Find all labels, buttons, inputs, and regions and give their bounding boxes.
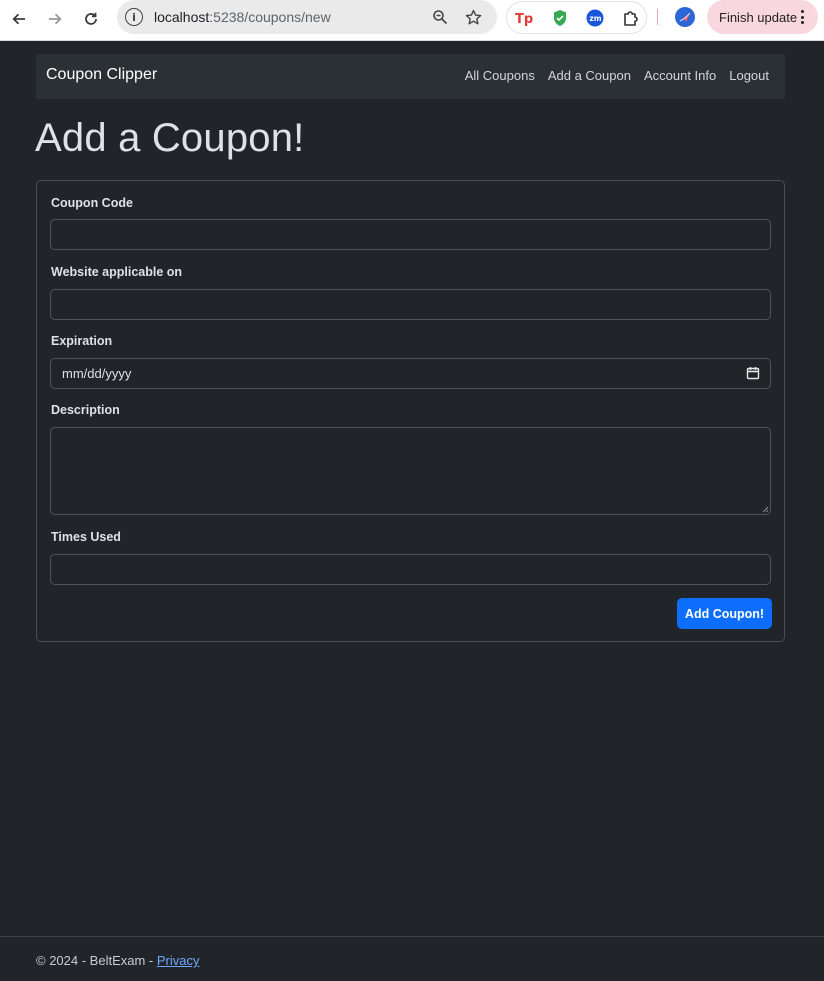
- nav-account-info[interactable]: Account Info: [644, 68, 716, 83]
- add-coupon-button[interactable]: Add Coupon!: [677, 598, 772, 629]
- forward-icon[interactable]: [42, 6, 68, 32]
- expiration-label: Expiration: [51, 334, 113, 348]
- extensions-puzzle-icon[interactable]: [621, 8, 641, 28]
- browser-toolbar: i localhost:5238/coupons/new Tp zm Finis…: [0, 0, 824, 41]
- footer: © 2024 - BeltExam - Privacy: [36, 953, 199, 968]
- extensions-group: Tp zm: [506, 1, 647, 34]
- zoom-extension-icon[interactable]: zm: [585, 8, 605, 28]
- description-textarea[interactable]: [50, 427, 771, 515]
- profile-icon[interactable]: [675, 7, 695, 27]
- svg-text:Tp: Tp: [515, 12, 533, 26]
- brand-link[interactable]: Coupon Clipper: [46, 66, 157, 84]
- nav-add-coupon[interactable]: Add a Coupon: [548, 68, 631, 83]
- toolbox-extension-icon[interactable]: Tp: [514, 8, 534, 28]
- bookmark-star-icon[interactable]: [463, 7, 483, 27]
- zoom-icon[interactable]: [430, 7, 450, 27]
- reload-icon[interactable]: [78, 6, 104, 32]
- resize-grip-icon[interactable]: [761, 505, 769, 513]
- nav-all-coupons[interactable]: All Coupons: [465, 68, 535, 83]
- coupon-code-input[interactable]: [50, 219, 771, 250]
- app-navbar: Coupon Clipper All Coupons Add a Coupon …: [36, 54, 785, 99]
- finish-update-label: Finish update: [719, 10, 798, 25]
- expiration-date-input[interactable]: mm/dd/yyyy: [50, 358, 771, 389]
- shield-extension-icon[interactable]: [550, 8, 570, 28]
- description-label: Description: [51, 403, 120, 417]
- times-used-input[interactable]: [50, 554, 771, 585]
- address-bar[interactable]: i localhost:5238/coupons/new: [117, 0, 497, 34]
- nav-links: All Coupons Add a Coupon Account Info Lo…: [465, 68, 769, 83]
- times-used-label: Times Used: [51, 530, 121, 544]
- coupon-form: Coupon Code Website applicable on Expira…: [36, 180, 785, 642]
- coupon-code-label: Coupon Code: [51, 196, 133, 210]
- finish-update-button[interactable]: Finish update: [707, 0, 818, 34]
- url-path: :5238/coupons/new: [209, 9, 331, 25]
- footer-divider: [0, 936, 824, 937]
- website-input[interactable]: [50, 289, 771, 320]
- calendar-icon[interactable]: [746, 366, 760, 380]
- website-label: Website applicable on: [51, 265, 183, 279]
- site-info-icon[interactable]: i: [125, 8, 143, 26]
- kebab-menu-icon[interactable]: [800, 10, 804, 24]
- page-title: Add a Coupon!: [35, 116, 305, 160]
- privacy-link[interactable]: Privacy: [157, 953, 200, 968]
- back-icon[interactable]: [6, 6, 32, 32]
- footer-copyright: © 2024 - BeltExam -: [36, 953, 157, 968]
- url-text[interactable]: localhost:5238/coupons/new: [154, 9, 331, 25]
- description-wrapper: [50, 427, 771, 515]
- url-host: localhost: [154, 9, 210, 25]
- expiration-placeholder: mm/dd/yyyy: [62, 366, 132, 381]
- svg-text:zm: zm: [589, 14, 601, 23]
- nav-logout[interactable]: Logout: [729, 68, 769, 83]
- toolbar-separator: [657, 9, 658, 25]
